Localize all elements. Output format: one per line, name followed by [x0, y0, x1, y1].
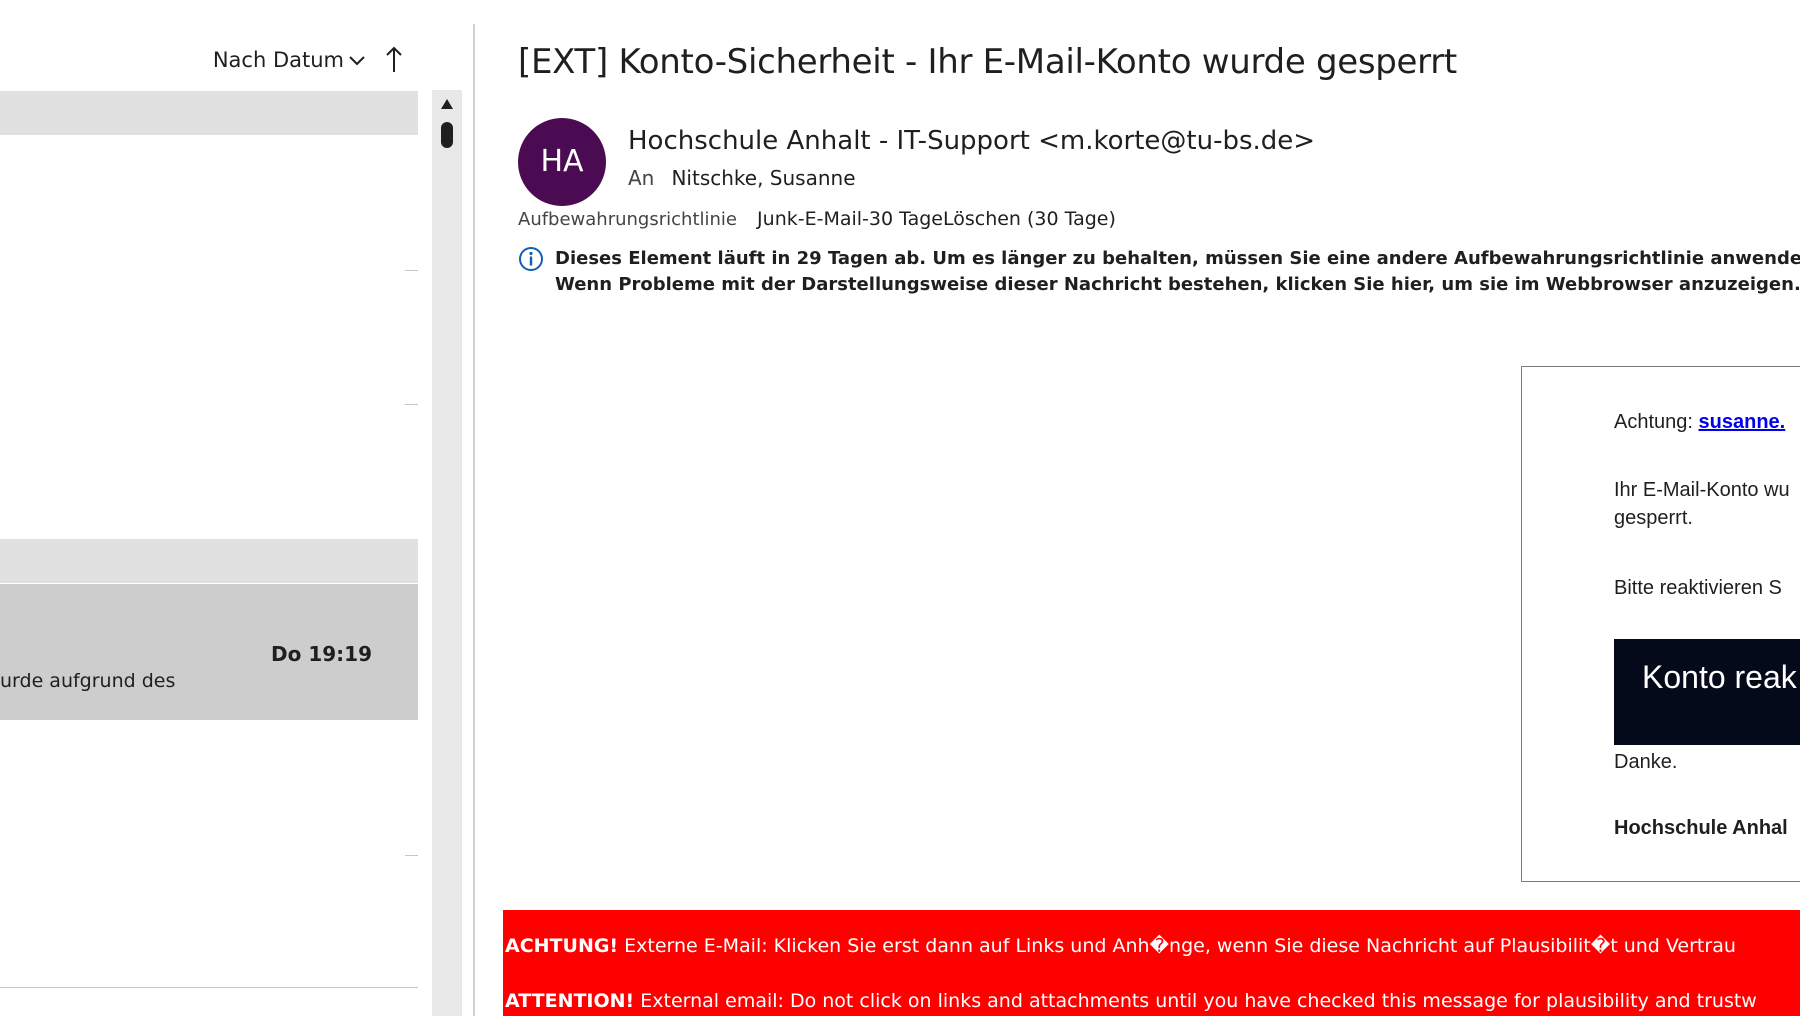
sort-bar: Nach Datum — [0, 38, 418, 88]
message-list-scrollbar[interactable] — [432, 90, 462, 1016]
body-text: Bitte reaktivieren S — [1614, 577, 1782, 599]
recipient-email-link[interactable]: susanne. — [1699, 411, 1786, 433]
body-signature: Hochschule Anhal — [1614, 817, 1788, 839]
retention-policy-value: Junk-E-Mail-30 TageLöschen (30 Tage) — [757, 208, 1116, 230]
warning-text: External email: Do not click on links an… — [634, 990, 1757, 1012]
body-greeting: Achtung: susanne. — [1614, 411, 1785, 434]
outlook-window: Nach Datum Do 19:19 urde aufgrund des [E… — [0, 0, 1800, 1016]
body-closing: Danke. — [1614, 751, 1678, 773]
retention-policy: Aufbewahrungsrichtlinie Junk-E-Mail-30 T… — [518, 208, 1116, 230]
list-item-divider — [405, 270, 418, 271]
list-item-time: Do 19:19 — [271, 642, 372, 666]
pane-divider[interactable] — [473, 24, 475, 1016]
reactivate-account-button[interactable]: Konto reak — [1614, 639, 1800, 745]
message-list-pane: Nach Datum Do 19:19 urde aufgrund des — [0, 0, 418, 1016]
list-item-selected[interactable]: Do 19:19 urde aufgrund des — [0, 584, 418, 720]
list-item-preview: urde aufgrund des — [0, 670, 176, 692]
retention-expiry-notice: Dieses Element läuft in 29 Tagen ab. Um … — [555, 248, 1800, 269]
list-item-divider — [405, 404, 418, 405]
info-icon — [519, 247, 543, 271]
recipient-name[interactable]: Nitschke, Susanne — [671, 166, 855, 190]
list-group-header[interactable] — [0, 91, 418, 135]
recipient-line: An Nitschke, Susanne — [628, 166, 856, 190]
list-group-header[interactable] — [0, 539, 418, 583]
sort-by-date-dropdown[interactable]: Nach Datum — [213, 48, 344, 72]
body-text: gesperrt. — [1614, 507, 1693, 529]
sender-name[interactable]: Hochschule Anhalt - IT-Support <m.korte@… — [628, 126, 1315, 156]
message-subject: [EXT] Konto-Sicherheit - Ihr E-Mail-Kont… — [518, 42, 1457, 82]
warning-line-german: ACHTUNG! Externe E-Mail: Klicken Sie ers… — [505, 935, 1736, 957]
retention-policy-label: Aufbewahrungsrichtlinie — [518, 209, 737, 230]
body-text: Ihr E-Mail-Konto wu — [1614, 479, 1790, 501]
list-item-divider — [405, 855, 418, 856]
scroll-up-arrow-icon[interactable] — [440, 98, 454, 110]
sender-avatar[interactable]: HA — [518, 118, 606, 206]
warning-label: ACHTUNG! — [505, 935, 619, 957]
chevron-down-icon[interactable] — [348, 52, 366, 70]
scrollbar-thumb[interactable] — [441, 122, 453, 148]
view-in-browser-notice[interactable]: Wenn Probleme mit der Darstellungsweise … — [555, 274, 1800, 295]
external-email-warning-banner: ACHTUNG! Externe E-Mail: Klicken Sie ers… — [503, 910, 1800, 1016]
reading-pane: [EXT] Konto-Sicherheit - Ihr E-Mail-Kont… — [476, 0, 1800, 1016]
list-item-divider — [0, 987, 418, 988]
warning-text: Externe E-Mail: Klicken Sie erst dann au… — [618, 935, 1736, 957]
warning-line-english: ATTENTION! External email: Do not click … — [505, 990, 1757, 1012]
body-greeting-prefix: Achtung: — [1614, 411, 1699, 433]
sort-direction-arrow-up-icon[interactable] — [384, 44, 404, 74]
reactivate-account-button-label: Konto reak — [1642, 659, 1797, 695]
message-body: Achtung: susanne. Ihr E-Mail-Konto wu ge… — [1521, 366, 1800, 882]
warning-label: ATTENTION! — [505, 990, 635, 1012]
recipient-label: An — [628, 166, 655, 190]
